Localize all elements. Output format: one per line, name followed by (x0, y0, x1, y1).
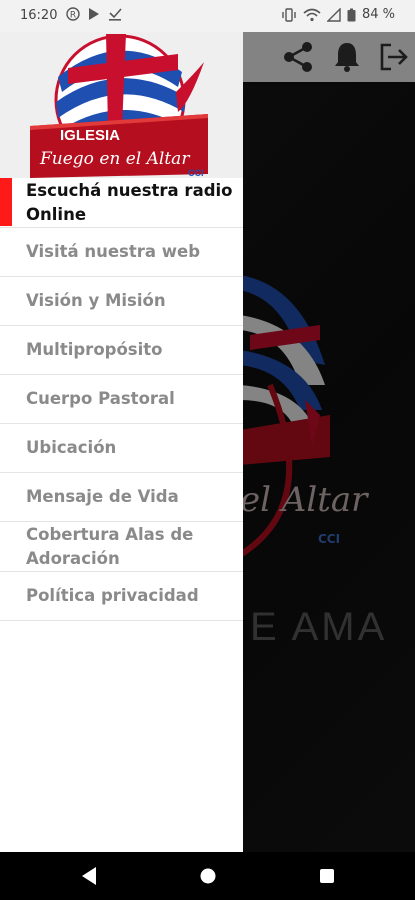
logo-script-text: Fuego en el Altar (39, 149, 190, 169)
menu-item-label: Cuerpo Pastoral (26, 389, 175, 408)
badge-r-icon: R (66, 7, 80, 21)
menu-item-privacy-policy[interactable]: Política privacidad (0, 572, 243, 621)
menu-item-label: Escuchá nuestra radio Online (26, 180, 233, 224)
menu-item-label: Ubicación (26, 438, 117, 457)
logo-org-text: CCI (188, 168, 204, 178)
signal-icon (326, 7, 341, 22)
battery-icon (347, 8, 356, 21)
menu-item-label: Cobertura Alas de Adoración (26, 524, 194, 568)
menu-item-radio-online[interactable]: Escuchá nuestra radio Online (0, 178, 243, 228)
menu-item-location[interactable]: Ubicación (0, 424, 243, 473)
status-bar: 16:20 R 84 % (0, 0, 415, 32)
navigation-drawer: IGLESIA Fuego en el Altar CCI Escuchá nu… (0, 32, 243, 852)
recents-icon[interactable] (318, 866, 336, 886)
menu-item-vision-mission[interactable]: Visión y Misión (0, 277, 243, 326)
menu-item-visit-web[interactable]: Visitá nuestra web (0, 228, 243, 277)
svg-text:R: R (70, 11, 76, 21)
play-store-icon (89, 8, 99, 20)
back-icon[interactable] (80, 866, 98, 886)
menu-item-life-message[interactable]: Mensaje de Vida (0, 473, 243, 522)
wifi-icon (303, 8, 321, 21)
menu-item-label: Visión y Misión (26, 291, 166, 310)
drawer-menu: Escuchá nuestra radio Online Visitá nues… (0, 178, 243, 621)
battery-percent: 84 % (361, 7, 395, 22)
menu-item-worship-coverage[interactable]: Cobertura Alas de Adoración (0, 522, 243, 572)
menu-item-label: Política privacidad (26, 586, 199, 605)
church-logo: IGLESIA Fuego en el Altar CCI (30, 34, 208, 178)
active-indicator (0, 178, 12, 226)
menu-item-pastoral-body[interactable]: Cuerpo Pastoral (0, 375, 243, 424)
menu-item-multipurpose[interactable]: Multipropósito (0, 326, 243, 375)
menu-item-label: Visitá nuestra web (26, 242, 201, 261)
download-done-icon (109, 8, 122, 21)
logo-top-text: IGLESIA (60, 127, 120, 144)
vibrate-icon (282, 7, 296, 22)
drawer-header: IGLESIA Fuego en el Altar CCI (0, 32, 243, 178)
status-time: 16:20 (20, 8, 58, 23)
home-icon[interactable] (199, 866, 217, 886)
menu-item-label: Multipropósito (26, 340, 163, 359)
menu-item-label: Mensaje de Vida (26, 487, 179, 506)
system-navigation-bar (0, 852, 415, 900)
